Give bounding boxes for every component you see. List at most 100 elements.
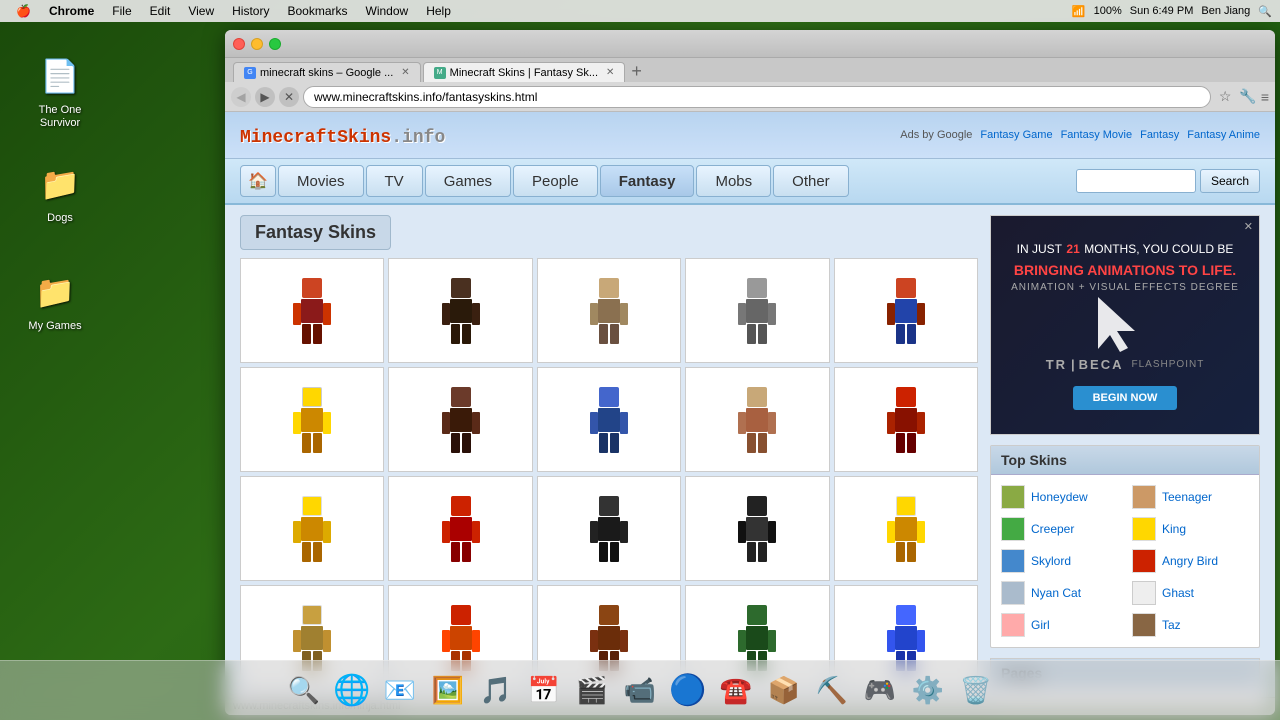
app-name-chrome[interactable]: Chrome (41, 4, 102, 18)
dock-imovie[interactable]: 🎬 (570, 669, 614, 713)
tab-google-search[interactable]: G minecraft skins – Google ... ✕ (233, 62, 421, 82)
tab-fantasyskins[interactable]: M Minecraft Skins | Fantasy Sk... ✕ (423, 62, 626, 82)
nav-item-mobs[interactable]: Mobs (696, 165, 771, 197)
menu-edit[interactable]: Edit (142, 4, 179, 18)
dogs-folder-icon: 📁 (36, 160, 84, 208)
new-tab-button[interactable]: + (631, 61, 642, 82)
ad-graphic-area (1090, 297, 1160, 357)
skin-cell-2-4[interactable] (685, 367, 829, 472)
nyancat-thumb (1001, 581, 1025, 605)
king-thumb (1132, 517, 1156, 541)
skin-cell-3-2[interactable] (388, 476, 532, 581)
top-skin-creeper[interactable]: Creeper (999, 515, 1120, 543)
dock-itunes[interactable]: 🎵 (474, 669, 518, 713)
skin-cell-2-3[interactable] (537, 367, 681, 472)
nav-item-games[interactable]: Games (425, 165, 511, 197)
ad-text-suffix: MONTHS, YOU COULD BE (1084, 242, 1233, 256)
page-action-icon[interactable]: 🔧 (1239, 88, 1256, 105)
dock-steam[interactable]: 🎮 (858, 669, 902, 713)
search-input[interactable] (1076, 169, 1196, 193)
ad-link-fantasy[interactable]: Fantasy (1140, 129, 1179, 141)
ad-link-fantasy-game[interactable]: Fantasy Game (980, 129, 1052, 141)
top-skin-teenager[interactable]: Teenager (1130, 483, 1251, 511)
search-button[interactable]: Search (1200, 169, 1260, 193)
top-skin-girl[interactable]: Girl (999, 611, 1120, 639)
skin-cell-1-5[interactable] (834, 258, 978, 363)
king-label: King (1162, 522, 1186, 536)
top-skin-king[interactable]: King (1130, 515, 1251, 543)
close-button[interactable] (233, 38, 245, 50)
top-skin-nyancat[interactable]: Nyan Cat (999, 579, 1120, 607)
top-skin-skylord[interactable]: Skylord (999, 547, 1120, 575)
ad-begin-now-button[interactable]: BEGIN NOW (1073, 386, 1178, 410)
menu-help[interactable]: Help (418, 4, 459, 18)
top-skin-taz[interactable]: Taz (1130, 611, 1251, 639)
logo-text: MinecraftSkins (240, 128, 391, 148)
search-icon[interactable]: 🔍 (1258, 5, 1272, 18)
wrench-icon[interactable]: ≡ (1261, 89, 1269, 105)
top-skin-honeydew[interactable]: Honeydew (999, 483, 1120, 511)
skin-cell-1-2[interactable] (388, 258, 532, 363)
top-skin-ghast[interactable]: Ghast (1130, 579, 1251, 607)
mygames-folder-icon: 📁 (31, 268, 79, 316)
menu-history[interactable]: History (224, 4, 277, 18)
nav-item-other[interactable]: Other (773, 165, 849, 197)
skin-cell-3-5[interactable] (834, 476, 978, 581)
minimize-button[interactable] (251, 38, 263, 50)
nav-item-people[interactable]: People (513, 165, 598, 197)
tab-close-google[interactable]: ✕ (401, 67, 409, 78)
skin-cell-3-1[interactable] (240, 476, 384, 581)
forward-button[interactable]: ▶ (255, 87, 275, 107)
dock-chrome[interactable]: 🔵 (666, 669, 710, 713)
dock-dropbox[interactable]: 📦 (762, 669, 806, 713)
dock-safari[interactable]: 🌐 (330, 669, 374, 713)
skin-cell-2-5[interactable] (834, 367, 978, 472)
ad-link-fantasy-movie[interactable]: Fantasy Movie (1061, 129, 1133, 141)
tab-close-fantasy[interactable]: ✕ (606, 67, 614, 78)
skin-cell-1-1[interactable] (240, 258, 384, 363)
dock-skype[interactable]: ☎️ (714, 669, 758, 713)
ad-close-button[interactable]: ✕ (1244, 220, 1253, 233)
skin-cell-2-1[interactable] (240, 367, 384, 472)
back-button[interactable]: ◀ (231, 87, 251, 107)
apple-menu[interactable]: 🍎 (8, 4, 39, 18)
ad-logo-area: TR | BECA FLASHPOINT (1046, 357, 1205, 372)
dock-facetime[interactable]: 📹 (618, 669, 662, 713)
menu-view[interactable]: View (180, 4, 222, 18)
dock-ical[interactable]: 📅 (522, 669, 566, 713)
dogs-label: Dogs (47, 212, 73, 225)
bookmark-star-icon[interactable]: ☆ (1215, 88, 1236, 105)
maximize-button[interactable] (269, 38, 281, 50)
nav-item-movies[interactable]: Movies (278, 165, 364, 197)
desktop-icon-mygames[interactable]: 📁 My Games (20, 268, 90, 333)
dock-trash[interactable]: 🗑️ (954, 669, 998, 713)
dock-system-prefs[interactable]: ⚙️ (906, 669, 950, 713)
skin-cell-3-3[interactable] (537, 476, 681, 581)
url-bar[interactable]: www.minecraftskins.info/fantasyskins.htm… (303, 86, 1211, 108)
desktop-icon-dogs[interactable]: 📁 Dogs (25, 160, 95, 225)
menu-window[interactable]: Window (358, 4, 417, 18)
top-skin-angrybird[interactable]: Angry Bird (1130, 547, 1251, 575)
skin-cell-2-2[interactable] (388, 367, 532, 472)
ad-flashpoint-text: FLASHPOINT (1132, 359, 1205, 370)
skin-cell-1-3[interactable] (537, 258, 681, 363)
url-text: www.minecraftskins.info/fantasyskins.htm… (314, 90, 537, 104)
dock-minecraft[interactable]: ⛏️ (810, 669, 854, 713)
docx-label: The OneSurvivor (39, 104, 82, 130)
nav-item-fantasy[interactable]: Fantasy (600, 165, 695, 197)
dock-photos[interactable]: 🖼️ (426, 669, 470, 713)
ad-link-fantasy-anime[interactable]: Fantasy Anime (1187, 129, 1260, 141)
nav-item-tv[interactable]: TV (366, 165, 423, 197)
honeydew-label: Honeydew (1031, 490, 1088, 504)
desktop-icon-docx[interactable]: 📄 The OneSurvivor (25, 52, 95, 130)
menu-bookmarks[interactable]: Bookmarks (279, 4, 355, 18)
dock-finder[interactable]: 🔍 (282, 669, 326, 713)
skin-cell-1-4[interactable] (685, 258, 829, 363)
dock-mail[interactable]: 📧 (378, 669, 422, 713)
ads-label: Ads by Google (900, 129, 972, 141)
reload-button[interactable]: ✕ (279, 87, 299, 107)
menubar: 🍎 Chrome File Edit View History Bookmark… (0, 0, 1280, 22)
nav-home-button[interactable]: 🏠 (240, 165, 276, 197)
menu-file[interactable]: File (104, 4, 139, 18)
skin-cell-3-4[interactable] (685, 476, 829, 581)
